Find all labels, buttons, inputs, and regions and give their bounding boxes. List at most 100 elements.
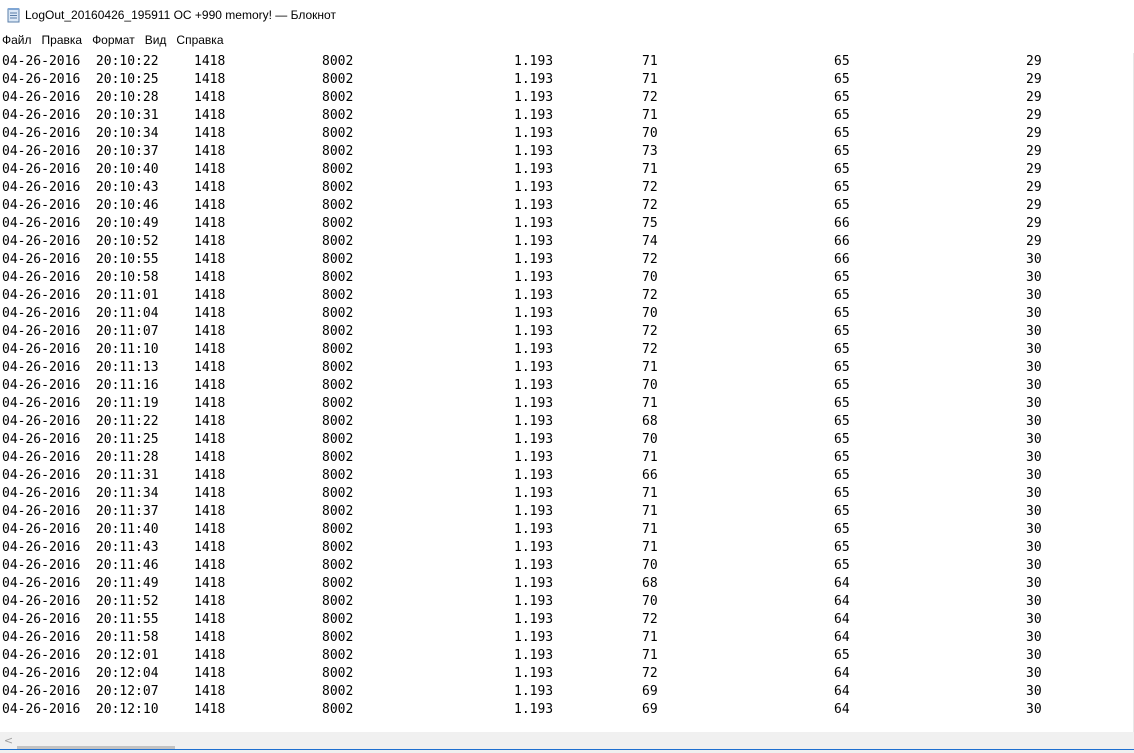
log-load-value: 30	[1026, 522, 1042, 537]
log-fan-speed: 65	[834, 540, 850, 555]
log-temperature: 72	[642, 180, 658, 195]
log-memory-clock: 8002	[322, 432, 354, 447]
log-timestamp: 04-26-2016 20:11:52	[2, 594, 159, 609]
log-voltage: 1.193	[514, 468, 554, 483]
log-core-clock: 1418	[194, 396, 226, 411]
chevron-left-icon[interactable]: <	[0, 732, 17, 749]
log-voltage: 1.193	[514, 54, 554, 69]
log-fan-speed: 65	[834, 306, 850, 321]
log-load-value: 30	[1026, 666, 1042, 681]
log-fan-speed: 66	[834, 234, 850, 249]
log-memory-clock: 8002	[322, 324, 354, 339]
log-timestamp: 04-26-2016 20:10:46	[2, 198, 159, 213]
log-memory-clock: 8002	[322, 468, 354, 483]
log-fan-speed: 65	[834, 414, 850, 429]
log-memory-clock: 8002	[322, 684, 354, 699]
log-voltage: 1.193	[514, 540, 554, 555]
log-fan-speed: 66	[834, 252, 850, 267]
log-memory-clock: 8002	[322, 558, 354, 573]
log-temperature: 71	[642, 648, 658, 663]
log-core-clock: 1418	[194, 630, 226, 645]
log-fan-speed: 65	[834, 648, 850, 663]
log-core-clock: 1418	[194, 576, 226, 591]
log-core-clock: 1418	[194, 648, 226, 663]
log-timestamp: 04-26-2016 20:11:49	[2, 576, 159, 591]
menu-format[interactable]: Формат	[89, 30, 142, 50]
log-line: 04-26-2016 20:11:40 1418 8002 1.193 71 65 30	[0, 521, 1134, 539]
log-fan-speed: 64	[834, 594, 850, 609]
log-voltage: 1.193	[514, 522, 554, 537]
log-temperature: 68	[642, 576, 658, 591]
log-voltage: 1.193	[514, 666, 554, 681]
log-fan-speed: 65	[834, 342, 850, 357]
log-line: 04-26-2016 20:10:37 1418 8002 1.193 73 65 29	[0, 143, 1134, 161]
log-timestamp: 04-26-2016 20:11:07	[2, 324, 159, 339]
log-line: 04-26-2016 20:11:49 1418 8002 1.193 68 64 30	[0, 575, 1134, 593]
log-line: 04-26-2016 20:11:01 1418 8002 1.193 72 65 30	[0, 287, 1134, 305]
log-voltage: 1.193	[514, 558, 554, 573]
log-core-clock: 1418	[194, 684, 226, 699]
log-core-clock: 1418	[194, 306, 226, 321]
log-core-clock: 1418	[194, 378, 226, 393]
log-voltage: 1.193	[514, 216, 554, 231]
log-timestamp: 04-26-2016 20:10:49	[2, 216, 159, 231]
menu-help[interactable]: Справка	[173, 30, 230, 50]
log-load-value: 30	[1026, 594, 1042, 609]
log-temperature: 66	[642, 468, 658, 483]
log-temperature: 71	[642, 108, 658, 123]
log-timestamp: 04-26-2016 20:12:01	[2, 648, 159, 663]
log-temperature: 71	[642, 72, 658, 87]
log-memory-clock: 8002	[322, 702, 354, 717]
log-fan-speed: 65	[834, 54, 850, 69]
menu-view[interactable]: Вид	[142, 30, 174, 50]
horizontal-scrollbar[interactable]: <	[0, 732, 1134, 749]
title-bar[interactable]: LogOut_20160426_195911 OC +990 memory! —…	[0, 0, 1134, 30]
log-load-value: 30	[1026, 414, 1042, 429]
log-load-value: 30	[1026, 396, 1042, 411]
log-line: 04-26-2016 20:12:01 1418 8002 1.193 71 65 30	[0, 647, 1134, 665]
log-voltage: 1.193	[514, 594, 554, 609]
log-temperature: 71	[642, 54, 658, 69]
log-memory-clock: 8002	[322, 612, 354, 627]
log-timestamp: 04-26-2016 20:11:01	[2, 288, 159, 303]
log-temperature: 71	[642, 540, 658, 555]
log-fan-speed: 65	[834, 288, 850, 303]
log-voltage: 1.193	[514, 270, 554, 285]
log-temperature: 71	[642, 396, 658, 411]
log-fan-speed: 65	[834, 486, 850, 501]
log-line: 04-26-2016 20:10:52 1418 8002 1.193 74 66 29	[0, 233, 1134, 251]
log-timestamp: 04-26-2016 20:10:25	[2, 72, 159, 87]
log-core-clock: 1418	[194, 72, 226, 87]
text-editor-area[interactable]: 04-26-2016 20:10:22 1418 8002 1.193 71 65 29 04…	[0, 53, 1134, 731]
log-timestamp: 04-26-2016 20:11:28	[2, 450, 159, 465]
log-temperature: 70	[642, 378, 658, 393]
log-line: 04-26-2016 20:11:19 1418 8002 1.193 71 65 30	[0, 395, 1134, 413]
log-core-clock: 1418	[194, 540, 226, 555]
menu-edit[interactable]: Правка	[39, 30, 90, 50]
log-memory-clock: 8002	[322, 504, 354, 519]
log-memory-clock: 8002	[322, 522, 354, 537]
log-voltage: 1.193	[514, 252, 554, 267]
log-fan-speed: 64	[834, 612, 850, 627]
log-fan-speed: 65	[834, 450, 850, 465]
log-line: 04-26-2016 20:12:10 1418 8002 1.193 69 64 30	[0, 701, 1134, 719]
log-core-clock: 1418	[194, 594, 226, 609]
log-memory-clock: 8002	[322, 576, 354, 591]
menu-file[interactable]: Файл	[0, 30, 39, 50]
log-temperature: 70	[642, 126, 658, 141]
log-fan-speed: 65	[834, 558, 850, 573]
log-memory-clock: 8002	[322, 378, 354, 393]
log-temperature: 72	[642, 324, 658, 339]
log-temperature: 69	[642, 702, 658, 717]
log-memory-clock: 8002	[322, 630, 354, 645]
log-load-value: 30	[1026, 252, 1042, 267]
log-memory-clock: 8002	[322, 72, 354, 87]
log-voltage: 1.193	[514, 648, 554, 663]
log-memory-clock: 8002	[322, 396, 354, 411]
log-load-value: 29	[1026, 54, 1042, 69]
log-core-clock: 1418	[194, 54, 226, 69]
log-temperature: 72	[642, 666, 658, 681]
log-timestamp: 04-26-2016 20:11:19	[2, 396, 159, 411]
log-voltage: 1.193	[514, 180, 554, 195]
log-timestamp: 04-26-2016 20:11:13	[2, 360, 159, 375]
